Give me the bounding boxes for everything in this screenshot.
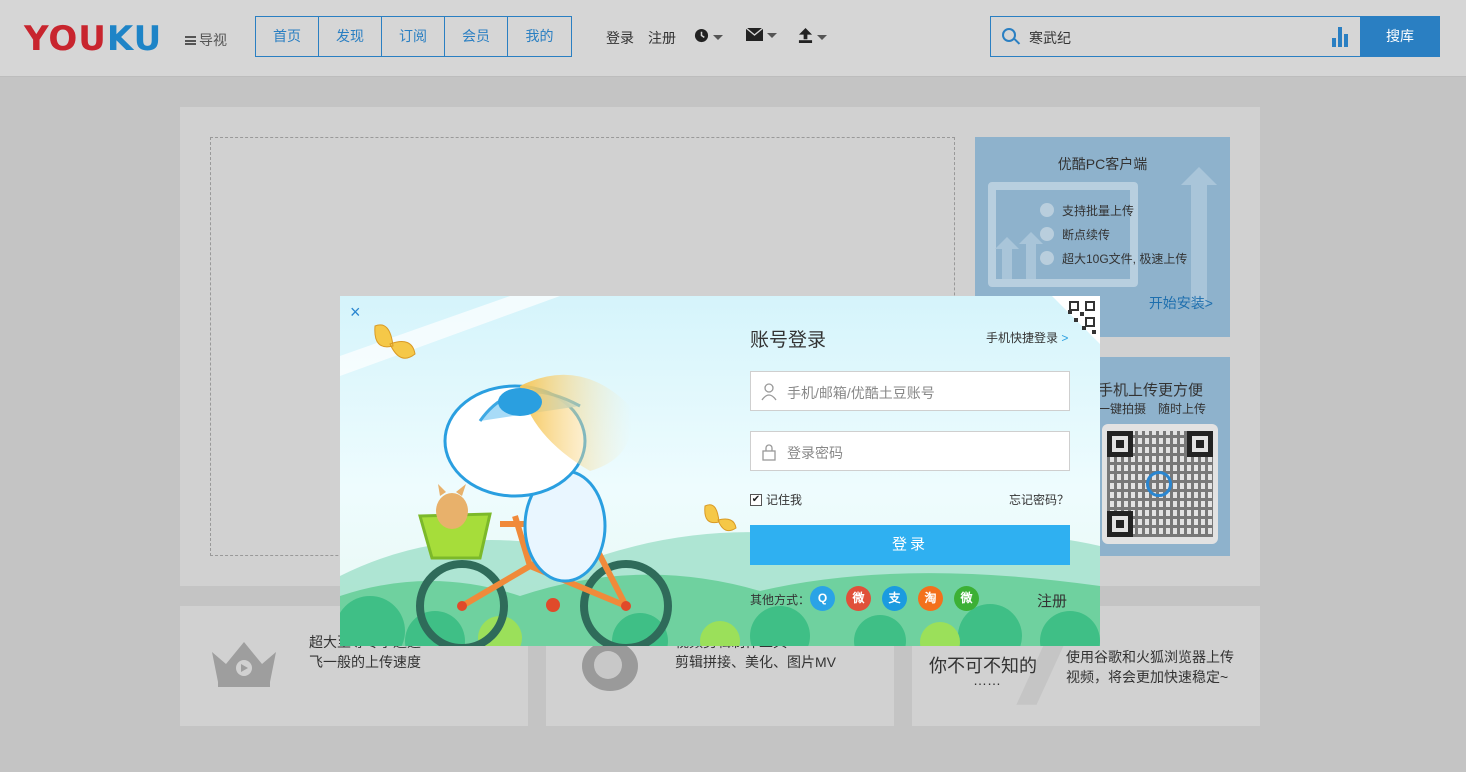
mobile-card-subtitle: 一键拍摄 随时上传 — [1098, 402, 1207, 416]
feature-vip-line2: 飞一般的上传速度 — [309, 654, 421, 670]
wechat-login-button[interactable]: 微 — [954, 586, 979, 611]
top-header: YOUKU 导视 首页 发现 订阅 会员 我的 登录 注册 寒武纪 搜库 — [0, 0, 1466, 77]
feature-tips-line1: 使用谷歌和火狐浏览器上传 — [1066, 649, 1234, 665]
guide-label: 导视 — [199, 32, 227, 48]
taobao-icon: 淘 — [924, 591, 937, 605]
register-link[interactable]: 注册 — [1037, 590, 1067, 611]
mobile-card-title: 手机上传更方便 — [1098, 382, 1204, 399]
feature-item: 断点续传 — [1040, 226, 1110, 243]
login-link[interactable]: 登录 — [606, 28, 634, 48]
qr-login-toggle-icon[interactable] — [1052, 296, 1100, 344]
history-icon — [694, 28, 709, 43]
menu-icon — [185, 36, 196, 45]
app-qr-code — [1102, 424, 1218, 544]
lock-icon — [762, 444, 776, 461]
nav-item-subscribe[interactable]: 订阅 — [382, 17, 445, 56]
chevron-down-icon — [767, 33, 777, 38]
qq-icon: Q — [817, 591, 828, 605]
register-link[interactable]: 注册 — [648, 28, 676, 48]
login-modal: × 账号登录 手机快捷登录 > 手机/邮箱/优酷土豆账号 登录密码 ✔ 记住我 … — [340, 296, 1100, 646]
remember-me[interactable]: ✔ 记住我 — [750, 491, 802, 508]
quick-login-label: 手机快捷登录 — [986, 331, 1059, 345]
mail-icon — [745, 27, 764, 41]
arrow-stem — [1026, 244, 1036, 279]
logo-text-you: YOU — [24, 19, 107, 59]
remember-checkbox[interactable]: ✔ — [750, 493, 762, 506]
weibo-login-button[interactable]: 微 — [846, 586, 871, 611]
login-title: 账号登录 — [750, 330, 827, 351]
editor-tool-icon — [582, 641, 638, 691]
feature-tips-text: 使用谷歌和火狐浏览器上传 视频，将会更加快速稳定~ — [1066, 647, 1234, 687]
alipay-icon: 支 — [888, 591, 901, 605]
crown-icon — [212, 642, 276, 687]
wechat-icon: 微 — [960, 591, 973, 605]
message-menu[interactable] — [745, 27, 777, 45]
password-input[interactable]: 登录密码 — [750, 431, 1070, 471]
chevron-down-icon — [713, 35, 723, 40]
remember-label: 记住我 — [766, 493, 803, 507]
check-icon — [1040, 227, 1054, 241]
feature-item: 支持批量上传 — [1040, 202, 1134, 219]
upload-arrow-icon — [1181, 167, 1217, 185]
feature-item: 超大10G文件, 极速上传 — [1040, 250, 1187, 267]
account-links: 登录 注册 — [606, 28, 676, 48]
feature-editor-line2: 剪辑拼接、美化、图片MV — [675, 654, 836, 670]
qq-login-button[interactable]: Q — [810, 586, 835, 611]
nav-item-home[interactable]: 首页 — [256, 17, 319, 56]
close-modal-button[interactable]: × — [350, 303, 361, 321]
account-input[interactable]: 手机/邮箱/优酷土豆账号 — [750, 371, 1070, 411]
nav-item-mine[interactable]: 我的 — [508, 17, 571, 56]
history-menu[interactable] — [694, 28, 723, 47]
password-placeholder: 登录密码 — [787, 445, 843, 461]
forgot-password-link[interactable]: 忘记密码？ — [1009, 491, 1069, 508]
login-button[interactable]: 登录 — [750, 525, 1070, 565]
check-icon — [1040, 203, 1054, 217]
weibo-icon: 微 — [852, 591, 865, 605]
arrow-stem — [1002, 249, 1012, 279]
install-link[interactable]: 开始安装> — [1149, 293, 1213, 313]
check-icon — [1040, 251, 1054, 265]
taobao-login-button[interactable]: 淘 — [918, 586, 943, 611]
search-icon — [1002, 28, 1016, 42]
upload-icon — [798, 28, 813, 43]
search-button[interactable]: 搜库 — [1360, 16, 1440, 57]
youku-app-icon — [1146, 471, 1172, 497]
tips-dots: …… — [973, 672, 1001, 688]
youku-logo[interactable]: YOUKU — [24, 21, 162, 57]
search-input[interactable]: 寒武纪 — [1029, 28, 1071, 48]
alipay-login-button[interactable]: 支 — [882, 586, 907, 611]
modal-illustration — [340, 296, 1100, 646]
nav-item-vip[interactable]: 会员 — [445, 17, 508, 56]
upload-arrow-icon — [995, 237, 1019, 249]
nav-item-discover[interactable]: 发现 — [319, 17, 382, 56]
feature-tips-line2: 视频，将会更加快速稳定~ — [1066, 669, 1229, 685]
search-box[interactable]: 寒武纪 — [990, 16, 1361, 57]
logo-text-ku: KU — [106, 19, 163, 59]
trending-chart-icon[interactable] — [1332, 27, 1350, 47]
account-placeholder: 手机/邮箱/优酷土豆账号 — [787, 385, 935, 401]
chevron-down-icon — [817, 35, 827, 40]
upload-menu[interactable] — [798, 28, 827, 47]
mobile-upload-card: 手机上传更方便 一键拍摄 随时上传 — [1090, 357, 1230, 556]
main-nav: 首页 发现 订阅 会员 我的 — [255, 16, 572, 57]
user-icon — [761, 383, 777, 401]
other-login-label: 其他方式： — [750, 593, 811, 607]
guide-menu[interactable]: 导视 — [185, 30, 227, 50]
arrow-stem — [1191, 185, 1207, 305]
